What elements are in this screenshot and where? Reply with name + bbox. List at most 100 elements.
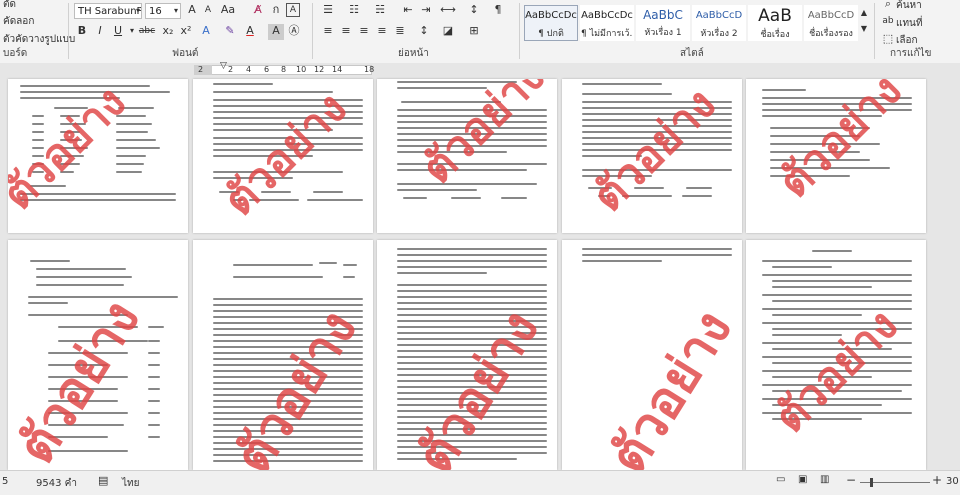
text-line [30, 260, 70, 262]
line-spacing-icon[interactable]: ↕ [416, 24, 432, 40]
strikethrough-icon[interactable]: abc [136, 24, 158, 40]
text-line [397, 254, 547, 256]
style-name: ¶ ไม่มีการเว้... [581, 29, 633, 39]
print-layout-icon[interactable]: ▣ [798, 474, 807, 485]
ruler-number: 12 [314, 65, 325, 74]
find-button[interactable]: ค้นหา [896, 0, 922, 13]
page-thumbnail[interactable]: ตัวอย่าง [8, 240, 188, 470]
find-icon: ⌕ [884, 0, 892, 10]
phonetic-guide-icon[interactable]: ก [268, 3, 284, 19]
bold-icon[interactable]: B [74, 24, 90, 40]
text-line [116, 171, 142, 173]
text-line [397, 248, 547, 250]
text-line [319, 262, 337, 264]
show-formatting-icon[interactable]: ¶ [490, 3, 506, 19]
ruler-number: 10 [296, 65, 307, 74]
format-painter-button[interactable]: ตัวคัดวางรูปแบบ [3, 32, 75, 47]
text-line [32, 115, 44, 117]
styles-scroll-up-icon[interactable]: ▲ [856, 6, 872, 22]
read-mode-icon[interactable]: ▭ [776, 474, 785, 485]
page-thumbnail[interactable]: ตัวอย่าง [8, 79, 188, 233]
page-thumbnail[interactable]: ตัวอย่าง [193, 79, 373, 233]
language-indicator[interactable]: ไทย [122, 476, 139, 491]
increase-indent-icon[interactable]: ⇥ [418, 3, 434, 19]
horizontal-ruler[interactable]: 2 2 4 6 8 10 12 14 18 ▽ [0, 61, 960, 77]
styles-scroll-down-icon[interactable]: ▼ [856, 22, 872, 38]
ruler-number: 6 [264, 65, 270, 74]
page-thumbnail[interactable]: ตัวอย่าง [746, 240, 926, 470]
replace-icon: ab [882, 16, 894, 26]
style-heading-1[interactable]: AaBbC หัวเรื่อง 1 [636, 5, 690, 41]
style-no-spacing[interactable]: AaBbCcDc ¶ ไม่มีการเว้... [580, 5, 634, 41]
align-right-icon[interactable]: ≡ [356, 24, 372, 40]
style-sample: AaBbC [643, 8, 683, 22]
replace-button[interactable]: แทนที่ [896, 16, 922, 31]
page-thumbnail[interactable]: ตัวอย่าง [377, 79, 557, 233]
text-line [343, 264, 357, 266]
copy-button[interactable]: คัดลอก [3, 14, 34, 29]
align-center-icon[interactable]: ≡ [338, 24, 354, 40]
superscript-icon[interactable]: x² [178, 24, 194, 40]
style-normal[interactable]: AaBbCcDc ¶ ปกติ [524, 5, 578, 41]
text-line [148, 364, 160, 366]
watermark: ตัวอย่าง [597, 300, 742, 470]
italic-icon[interactable]: I [92, 24, 108, 40]
indent-marker-icon[interactable]: ▽ [220, 61, 227, 71]
distributed-icon[interactable]: ⟷ [440, 3, 456, 19]
zoom-slider-thumb[interactable] [870, 478, 873, 487]
proofing-icon[interactable]: ▤ [98, 474, 108, 487]
subscript-icon[interactable]: x₂ [160, 24, 176, 40]
text-line [148, 376, 160, 378]
shrink-font-icon[interactable]: A [200, 3, 216, 19]
chevron-down-icon[interactable]: ▾ [130, 4, 146, 20]
editing-group: ⌕ ค้นหา ab แทนที่ ⬚ เลือก การแก้ไข [878, 0, 960, 63]
ruler-number: 2 [198, 65, 204, 74]
text-line [28, 302, 68, 304]
align-left-icon[interactable]: ≡ [320, 24, 336, 40]
ruler-number: 14 [332, 65, 343, 74]
page-thumbnail[interactable]: ตัวอย่าง [193, 240, 373, 470]
text-effects-icon[interactable]: A [198, 24, 214, 40]
sort-icon[interactable]: ↕ [466, 3, 482, 19]
font-color-icon[interactable]: A [242, 24, 258, 40]
shading-icon[interactable]: ◪ [440, 24, 456, 40]
watermark: ตัวอย่าง [8, 290, 152, 470]
styles-group-label: สไตล์ [680, 48, 704, 59]
ribbon-divider [519, 3, 520, 59]
style-subtitle[interactable]: AaBbCcD ชื่อเรื่องรอง [804, 5, 858, 41]
zoom-level[interactable]: 30 [946, 476, 959, 487]
page-thumbnail[interactable]: ตัวอย่าง [562, 240, 742, 470]
enclose-characters-icon[interactable]: Ⓐ [286, 24, 302, 40]
ribbon-divider [312, 3, 313, 59]
character-border-icon[interactable]: A [286, 3, 300, 17]
web-layout-icon[interactable]: ▥ [820, 474, 829, 485]
zoom-out-icon[interactable]: − [846, 473, 856, 487]
numbering-icon[interactable]: ☷ [346, 3, 362, 19]
clear-formatting-icon[interactable]: A̸ [250, 3, 266, 19]
font-group: TH SarabunP ▾ 16 ▾ A A Aa A̸ ก A B I U ▾… [72, 0, 308, 63]
zoom-in-icon[interactable]: + [932, 473, 942, 487]
text-line [397, 266, 547, 268]
text-line [397, 260, 547, 262]
multilevel-list-icon[interactable]: ☵ [372, 3, 388, 19]
cut-button[interactable]: ตัด [3, 0, 16, 12]
grow-font-icon[interactable]: A [184, 3, 200, 19]
style-sample: AaB [758, 6, 792, 26]
chevron-down-icon[interactable]: ▾ [168, 4, 184, 20]
page-indicator[interactable]: 5 [2, 476, 8, 487]
borders-icon[interactable]: ⊞ [466, 24, 482, 40]
thai-distribute-icon[interactable]: ≣ [392, 24, 408, 40]
justify-icon[interactable]: ≡ [374, 24, 390, 40]
highlight-color-icon[interactable]: ✎ [222, 24, 238, 40]
text-line [397, 302, 547, 304]
style-heading-2[interactable]: AaBbCcD หัวเรื่อง 2 [692, 5, 746, 41]
page-thumbnail[interactable]: ตัวอย่าง [746, 79, 926, 233]
style-title[interactable]: AaB ชื่อเรื่อง [748, 5, 802, 41]
change-case-icon[interactable]: Aa [220, 3, 236, 19]
page-thumbnail[interactable]: ตัวอย่าง [562, 79, 742, 233]
word-count[interactable]: 9543 คำ [36, 476, 77, 491]
page-thumbnail[interactable]: ตัวอย่าง [377, 240, 557, 470]
bullets-icon[interactable]: ☰ [320, 3, 336, 19]
decrease-indent-icon[interactable]: ⇤ [400, 3, 416, 19]
character-shading-icon[interactable]: A [268, 24, 284, 40]
